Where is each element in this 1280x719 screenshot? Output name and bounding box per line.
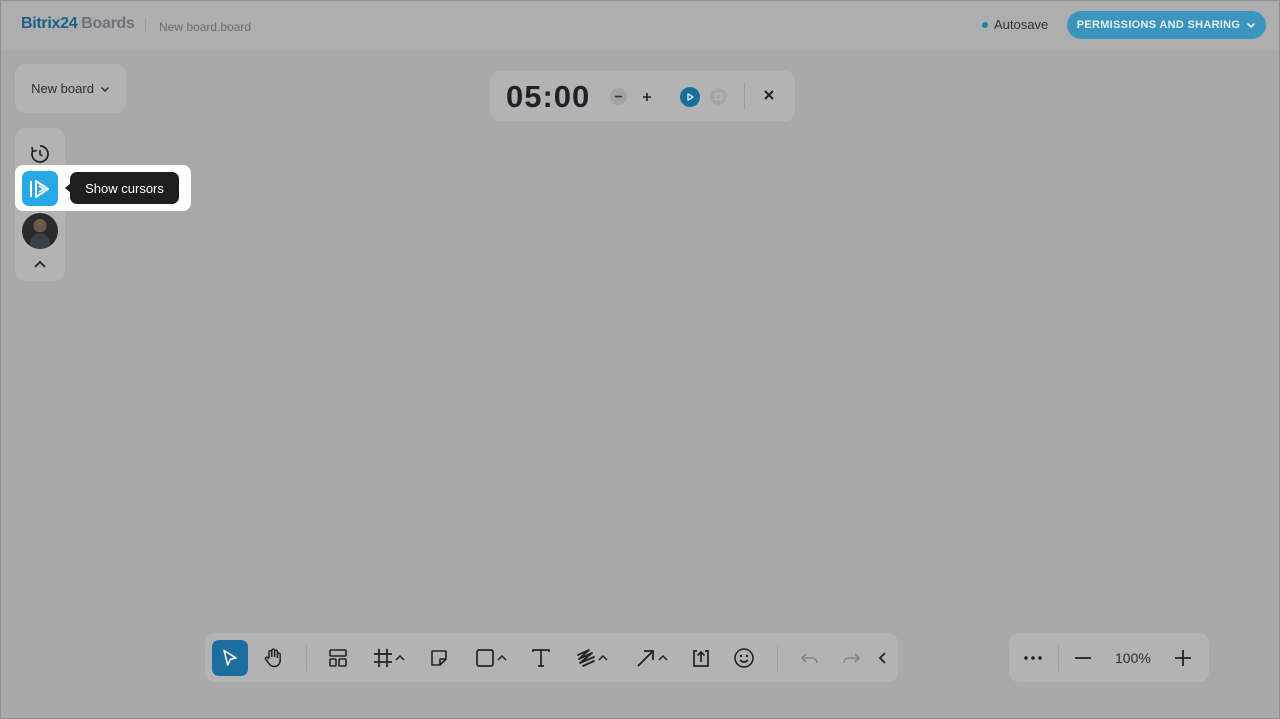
zoom-controls: 100% [1009, 633, 1209, 682]
permissions-sharing-button[interactable]: PERMISSIONS AND SHARING [1067, 11, 1266, 39]
autosave-label: Autosave [994, 17, 1049, 32]
chevron-left-icon [878, 651, 886, 664]
header-divider [145, 18, 146, 32]
upload-icon [693, 649, 709, 667]
timer-value: 05:00 [506, 79, 591, 114]
select-icon [223, 649, 237, 666]
timer-play-button[interactable] [680, 87, 700, 107]
zoom-out-button[interactable] [1071, 643, 1095, 672]
arrow-tool-button[interactable] [631, 643, 673, 672]
timer-increase-button[interactable] [638, 88, 655, 105]
app-logo[interactable]: Bitrix24 Boards [21, 15, 135, 33]
emoji-icon [734, 647, 754, 668]
pen-icon [577, 648, 595, 667]
file-name: New board.board [159, 20, 252, 34]
timer-stop-button[interactable] [710, 88, 727, 105]
pen-tool-button[interactable] [571, 643, 613, 672]
zoom-divider [1058, 645, 1059, 671]
chevron-down-icon [1246, 20, 1256, 30]
history-button[interactable] [29, 143, 51, 165]
redo-icon [843, 652, 861, 663]
shape-icon [476, 648, 494, 667]
close-icon [764, 90, 774, 100]
shape-tool-button[interactable] [470, 643, 512, 672]
arrow-icon [637, 649, 654, 667]
permissions-sharing-label: PERMISSIONS AND SHARING [1076, 19, 1241, 31]
chevron-up-icon [598, 654, 608, 661]
undo-icon [800, 652, 818, 663]
chevron-up-icon [497, 654, 507, 661]
show-cursors-button[interactable] [22, 171, 58, 206]
text-icon [532, 648, 550, 667]
history-icon [31, 145, 49, 163]
plus-icon [1175, 649, 1191, 666]
autosave-status: Autosave [982, 17, 1048, 32]
hand-tool-button[interactable] [260, 643, 286, 672]
emoji-tool-button[interactable] [732, 643, 756, 672]
logo-product: Boards [81, 15, 135, 32]
toolbar-collapse-button[interactable] [875, 643, 891, 672]
undo-button[interactable] [797, 643, 821, 672]
show-cursors-tooltip: Show cursors [65, 172, 179, 204]
timer-panel: 05:00 [490, 71, 795, 121]
timer-close-button[interactable] [762, 88, 776, 102]
chevron-up-icon [34, 260, 46, 268]
more-options-button[interactable] [1021, 643, 1045, 672]
minus-icon [1075, 656, 1091, 659]
timer-divider [744, 83, 745, 109]
top-header: Bitrix24 Boards New board.board Autosave … [0, 0, 1280, 50]
more-icon [1024, 655, 1042, 660]
zoom-in-button[interactable] [1171, 643, 1195, 672]
zoom-level: 100% [1115, 650, 1151, 666]
select-tool-button[interactable] [212, 640, 248, 676]
bottom-toolbar [205, 633, 898, 682]
timer-decrease-button[interactable] [610, 88, 627, 105]
board-selector-label: New board [31, 81, 94, 96]
user-avatar[interactable] [22, 213, 58, 249]
cursors-icon [30, 179, 49, 198]
chevron-up-icon [395, 654, 405, 661]
layout-icon [329, 648, 347, 667]
frame-icon [374, 648, 392, 667]
sticky-note-tool-button[interactable] [427, 643, 451, 672]
board-selector[interactable]: New board [15, 64, 126, 113]
autosave-dot-icon [982, 21, 988, 28]
upload-tool-button[interactable] [689, 643, 713, 672]
redo-button[interactable] [840, 643, 864, 672]
sidebar-collapse-button[interactable] [33, 258, 47, 270]
chevron-up-icon [658, 654, 668, 661]
frame-tool-button[interactable] [368, 643, 410, 672]
toolbar-divider [306, 645, 307, 671]
text-tool-button[interactable] [529, 643, 553, 672]
layout-tool-button[interactable] [326, 643, 350, 672]
toolbar-divider [777, 645, 778, 671]
chevron-down-icon [100, 84, 110, 94]
hand-icon [264, 647, 281, 667]
logo-brand: Bitrix24 [21, 15, 78, 32]
sticky-note-icon [431, 649, 447, 666]
